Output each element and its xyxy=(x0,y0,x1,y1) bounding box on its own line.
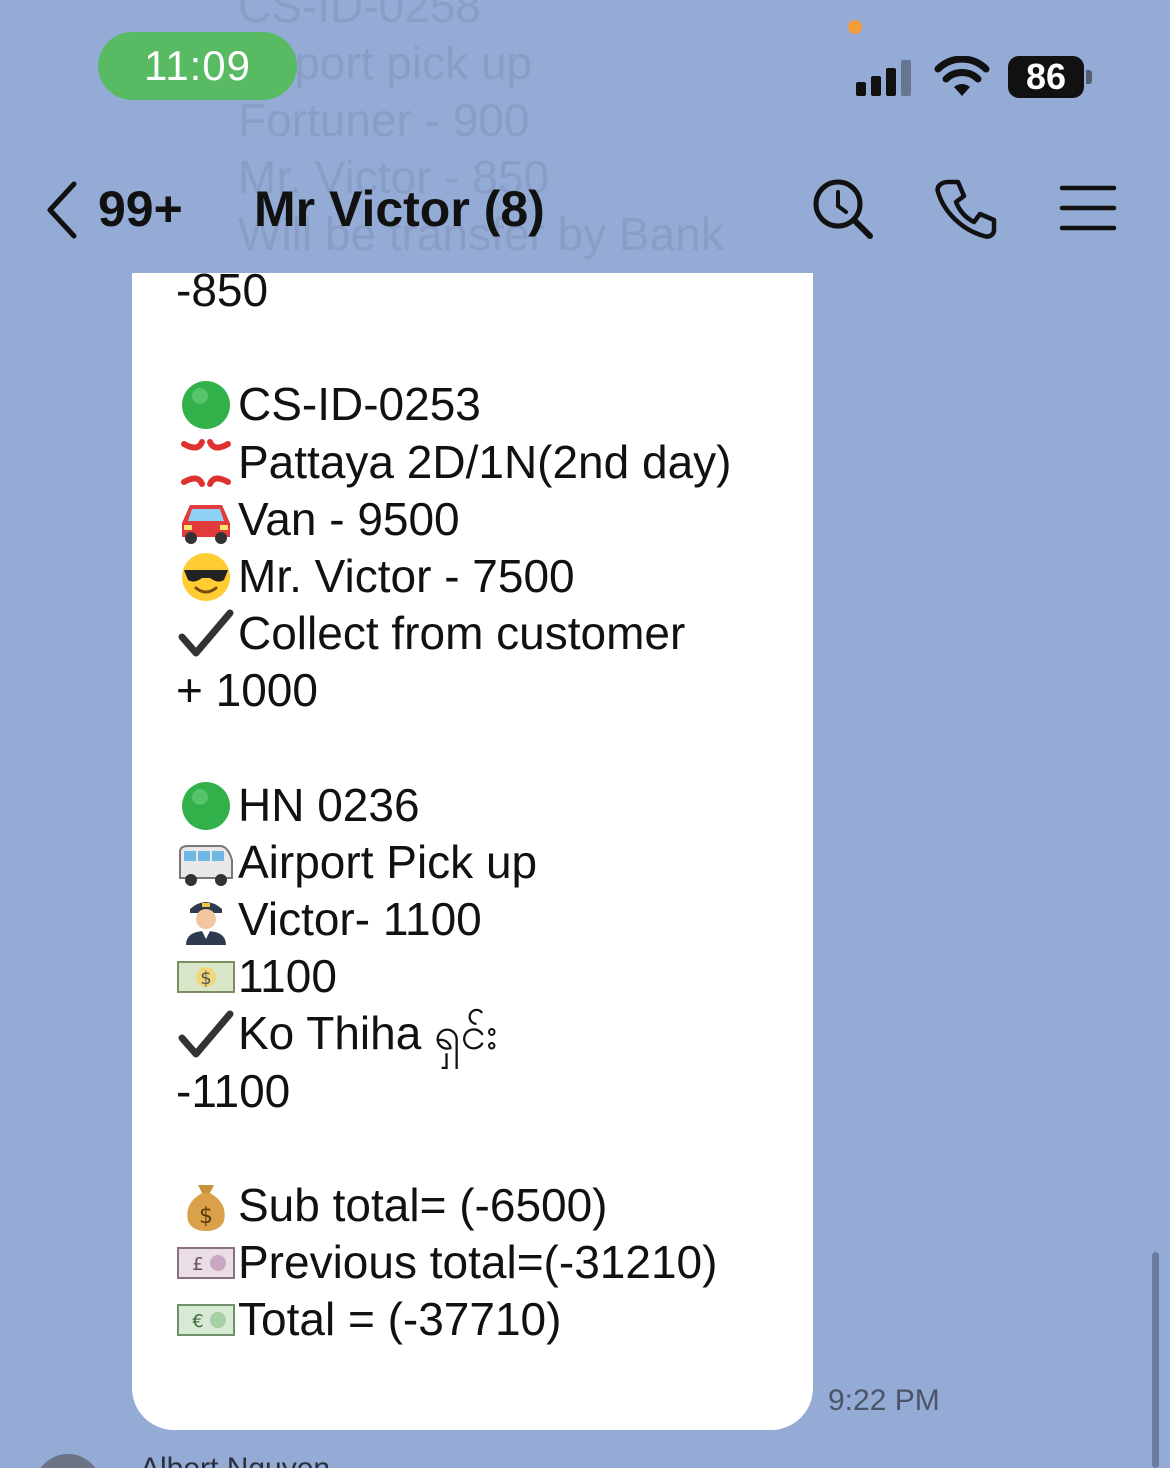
minibus-icon xyxy=(176,834,238,891)
svg-text:€: € xyxy=(192,1311,203,1332)
pilot-icon xyxy=(176,891,238,948)
back-chevron-icon[interactable] xyxy=(42,180,82,240)
car-icon xyxy=(176,491,238,548)
privacy-indicator-dot xyxy=(848,20,862,34)
green-circle-icon xyxy=(176,376,238,433)
ghost-line: CS-ID-0258 xyxy=(238,0,481,32)
svg-text:$: $ xyxy=(200,968,211,989)
message-line: $ Sub total= (-6500) xyxy=(176,1177,732,1234)
status-time: 11:09 xyxy=(98,32,297,100)
message-line: Mr. Victor - 7500 xyxy=(176,548,732,605)
message-line xyxy=(176,720,732,777)
message-line: $ 1100 xyxy=(176,948,732,1005)
message-line: Airport Pick up xyxy=(176,834,732,891)
green-circle-icon xyxy=(176,777,238,834)
unread-count[interactable]: 99+ xyxy=(98,180,183,238)
check-icon xyxy=(176,605,238,662)
sunglasses-face-icon xyxy=(176,548,238,605)
battery-icon: 86 xyxy=(1008,56,1092,98)
message-line: + 1000 xyxy=(176,664,318,717)
chat-title[interactable]: Mr Victor (8) xyxy=(254,180,545,238)
message-timestamp: 9:22 PM xyxy=(828,1384,940,1417)
dollar-banknote-icon: $ xyxy=(176,948,238,1005)
message-line: Collect from customer xyxy=(176,605,732,662)
message-line: CS-ID-0253 xyxy=(176,376,732,433)
message-line: Victor- 1100 xyxy=(176,891,732,948)
money-bag-icon: $ xyxy=(176,1177,238,1234)
message-line: Pattaya 2D/1N(2nd day) xyxy=(176,434,732,491)
message-line xyxy=(176,319,732,376)
anger-icon xyxy=(176,434,238,491)
search-icon[interactable] xyxy=(810,176,874,240)
scrollbar[interactable] xyxy=(1152,1252,1159,1468)
message-line: HN 0236 xyxy=(176,777,732,834)
pound-banknote-icon: £ xyxy=(176,1234,238,1291)
battery-level: 86 xyxy=(1008,56,1084,98)
phone-icon[interactable] xyxy=(934,176,998,240)
message-line: Van - 9500 xyxy=(176,491,732,548)
message-text: -850 CS-ID-0253 Pattaya 2D/1N(2nd day) V… xyxy=(176,262,732,1349)
message-line xyxy=(176,1120,732,1177)
euro-banknote-icon: € xyxy=(176,1291,238,1348)
svg-text:£: £ xyxy=(192,1254,203,1275)
avatar[interactable] xyxy=(34,1454,102,1468)
ghost-line: Fortuner - 900 xyxy=(238,94,530,146)
message-line: -1100 xyxy=(176,1064,291,1117)
message-line: £ Previous total=(-31210) xyxy=(176,1234,732,1291)
chat-screen: CS-ID-0258 Airport pick up Fortuner - 90… xyxy=(0,0,1170,1468)
svg-text:$: $ xyxy=(199,1204,213,1229)
chat-header: 99+ Mr Victor (8) xyxy=(0,160,1170,260)
message-line: -850 xyxy=(176,264,269,316)
message-line: € Total = (-37710) xyxy=(176,1291,732,1348)
message-line: Ko Thiha ရှင်း xyxy=(176,1005,732,1062)
wifi-icon xyxy=(934,56,990,96)
sender-name: Albert Nguyen xyxy=(140,1452,330,1468)
cellular-signal-icon xyxy=(856,58,916,96)
check-icon xyxy=(176,1006,238,1063)
menu-icon[interactable] xyxy=(1056,176,1120,240)
